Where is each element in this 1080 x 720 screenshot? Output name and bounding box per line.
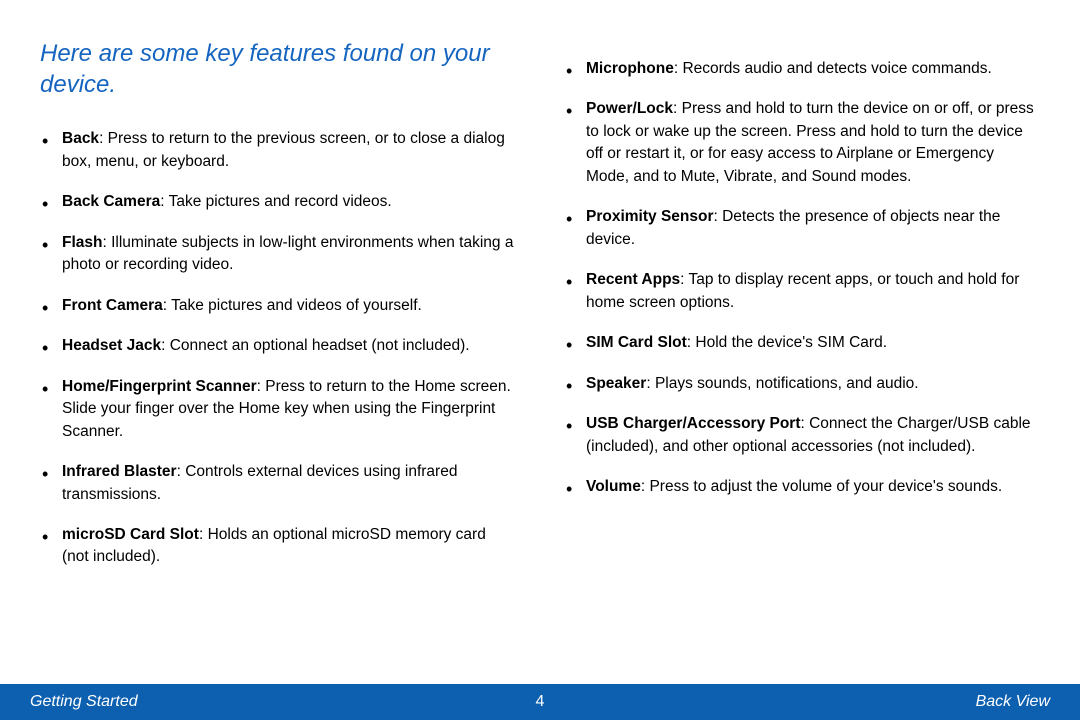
feature-description: : Illuminate subjects in low-light envir… (62, 234, 513, 273)
feature-term: Back (62, 130, 99, 147)
feature-item: Headset Jack: Connect an optional headse… (40, 335, 516, 357)
footer-section-label: Getting Started (30, 693, 370, 711)
feature-item: microSD Card Slot: Holds an optional mic… (40, 524, 516, 569)
feature-term: Back Camera (62, 193, 160, 210)
feature-description: : Records audio and detects voice comman… (674, 60, 992, 77)
feature-term: Power/Lock (586, 100, 673, 117)
feature-term: Flash (62, 234, 102, 251)
feature-term: Front Camera (62, 297, 163, 314)
feature-list-right: Microphone: Records audio and detects vo… (564, 38, 1040, 499)
feature-term: USB Charger/Accessory Port (586, 415, 801, 432)
feature-item: Infrared Blaster: Controls external devi… (40, 461, 516, 506)
feature-item: Back Camera: Take pictures and record vi… (40, 191, 516, 213)
feature-item: Flash: Illuminate subjects in low-light … (40, 232, 516, 277)
feature-term: Microphone (586, 60, 674, 77)
page-content: Here are some key features found on your… (0, 0, 1080, 587)
feature-item: USB Charger/Accessory Port: Connect the … (564, 413, 1040, 458)
feature-term: Recent Apps (586, 271, 680, 288)
feature-item: Recent Apps: Tap to display recent apps,… (564, 269, 1040, 314)
feature-item: SIM Card Slot: Hold the device's SIM Car… (564, 332, 1040, 354)
feature-term: SIM Card Slot (586, 334, 687, 351)
feature-description: : Press to adjust the volume of your dev… (641, 478, 1002, 495)
feature-item: Front Camera: Take pictures and videos o… (40, 295, 516, 317)
feature-term: Proximity Sensor (586, 208, 714, 225)
feature-description: : Plays sounds, notifications, and audio… (646, 375, 918, 392)
right-column: Microphone: Records audio and detects vo… (564, 38, 1040, 587)
feature-item: Microphone: Records audio and detects vo… (564, 58, 1040, 80)
left-column: Here are some key features found on your… (40, 38, 516, 587)
feature-item: Speaker: Plays sounds, notifications, an… (564, 373, 1040, 395)
feature-list-left: Back: Press to return to the previous sc… (40, 128, 516, 569)
feature-item: Home/Fingerprint Scanner: Press to retur… (40, 376, 516, 443)
feature-item: Proximity Sensor: Detects the presence o… (564, 206, 1040, 251)
feature-item: Power/Lock: Press and hold to turn the d… (564, 98, 1040, 188)
feature-term: Volume (586, 478, 641, 495)
feature-description: : Press to return to the previous screen… (62, 130, 505, 169)
feature-item: Volume: Press to adjust the volume of yo… (564, 476, 1040, 498)
page-footer: Getting Started 4 Back View (0, 684, 1080, 720)
feature-term: Headset Jack (62, 337, 161, 354)
footer-view-label: Back View (710, 693, 1050, 711)
footer-page-number: 4 (370, 693, 710, 711)
feature-description: : Connect an optional headset (not inclu… (161, 337, 470, 354)
feature-term: Infrared Blaster (62, 463, 177, 480)
section-heading: Here are some key features found on your… (40, 38, 516, 100)
feature-term: Speaker (586, 375, 646, 392)
feature-description: : Hold the device's SIM Card. (687, 334, 887, 351)
feature-term: microSD Card Slot (62, 526, 199, 543)
feature-description: : Take pictures and videos of yourself. (163, 297, 422, 314)
feature-description: : Take pictures and record videos. (160, 193, 391, 210)
feature-term: Home/Fingerprint Scanner (62, 378, 257, 395)
feature-item: Back: Press to return to the previous sc… (40, 128, 516, 173)
